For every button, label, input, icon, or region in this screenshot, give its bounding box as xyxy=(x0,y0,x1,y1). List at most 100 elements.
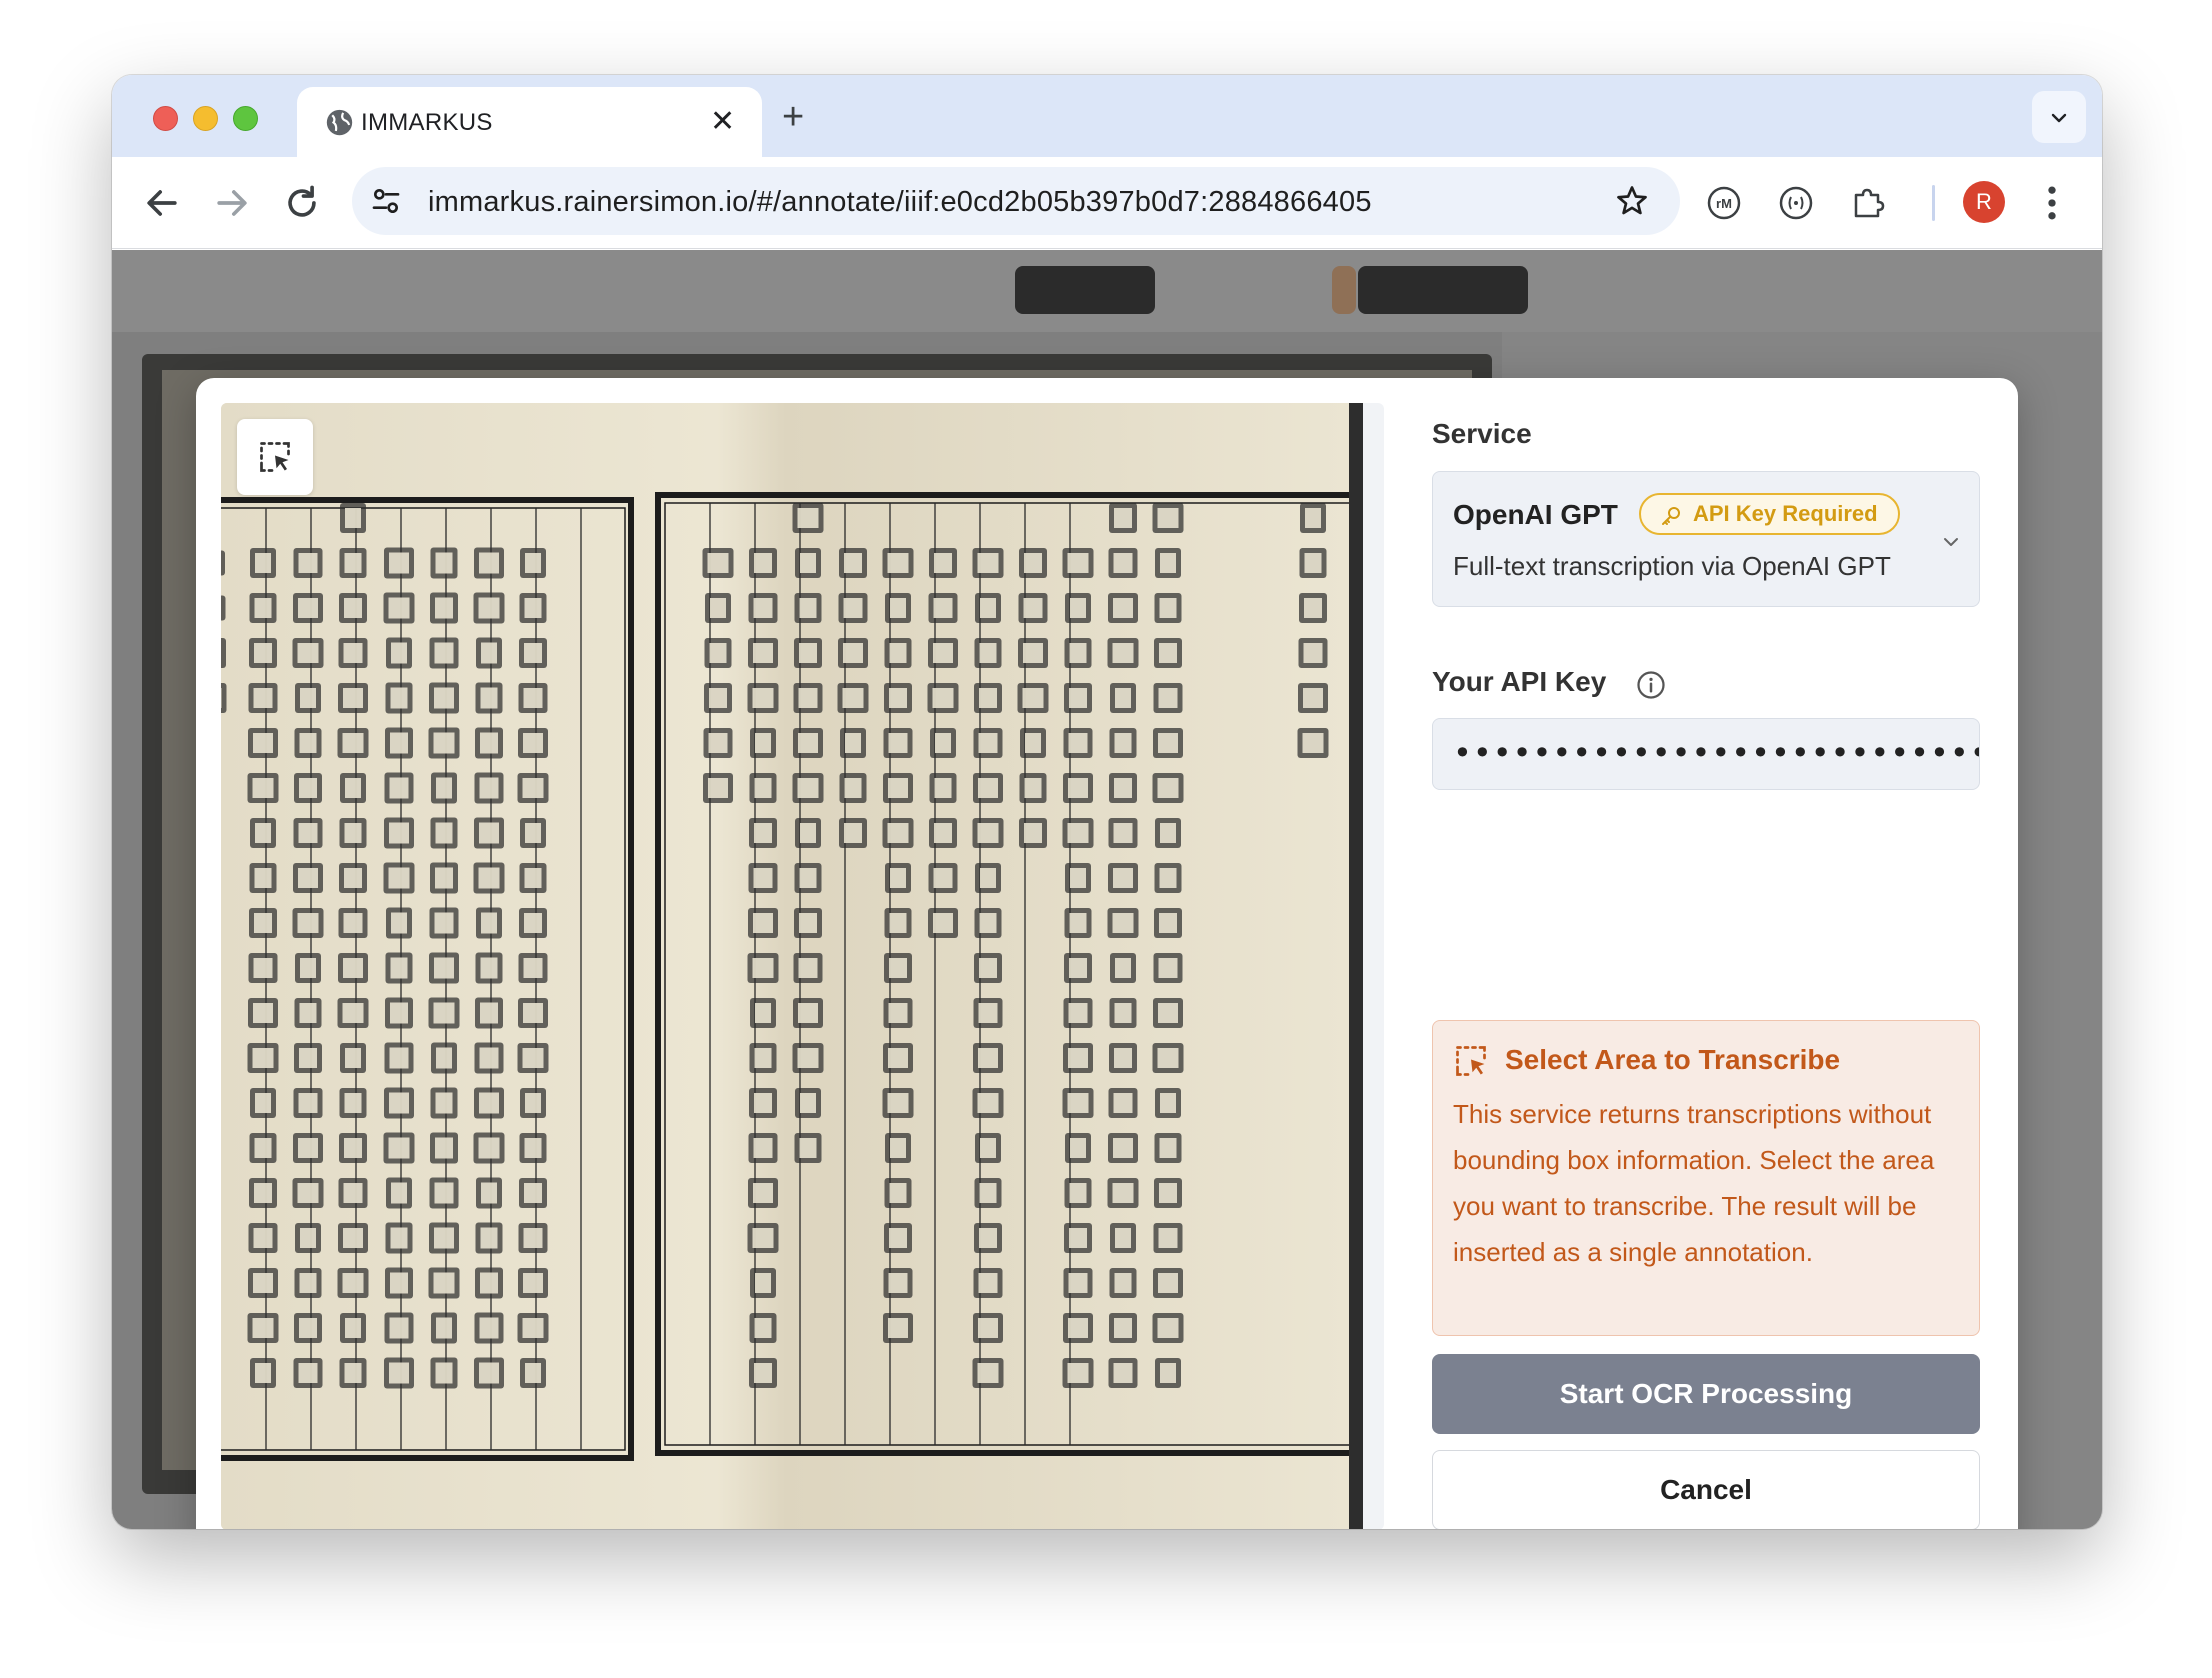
character-glyph-counter xyxy=(479,1047,499,1069)
plus-icon[interactable]: + xyxy=(782,97,804,137)
character-glyph-counter xyxy=(889,1228,907,1248)
character-glyph-counter xyxy=(1114,778,1132,798)
kebab-icon[interactable] xyxy=(2030,181,2074,225)
character-glyph-counter xyxy=(842,688,864,708)
character-glyph-counter xyxy=(298,1363,318,1383)
character-glyph-counter xyxy=(297,643,319,663)
character-glyph-counter xyxy=(1023,643,1043,663)
api-key-input[interactable]: ••••••••••••••••••••••••••••••• xyxy=(1432,718,1980,790)
select-area-tool-button[interactable] xyxy=(237,419,313,495)
close-icon[interactable]: ✕ xyxy=(710,106,735,138)
character-glyph-counter xyxy=(754,1318,772,1338)
ocr-dialog: Service OpenAI GPT API Key Required Full… xyxy=(196,378,2018,1529)
browser-toolbar: immarkus.rainersimon.io/#/annotate/iiif:… xyxy=(112,157,2102,249)
character-glyph-counter xyxy=(709,688,727,708)
character-glyph-counter xyxy=(389,552,409,574)
star-icon[interactable] xyxy=(1614,183,1650,219)
minimize-window-button[interactable] xyxy=(193,106,218,131)
browser-tab[interactable]: IMMARKUS ✕ xyxy=(297,87,762,157)
extension-1-label: rM xyxy=(1716,196,1732,211)
character-glyph-counter xyxy=(798,688,818,708)
character-glyph-counter xyxy=(479,1092,499,1114)
character-glyph-counter xyxy=(797,1048,819,1068)
character-glyph-counter xyxy=(709,643,727,663)
tune-icon[interactable] xyxy=(370,185,402,217)
character-glyph-counter xyxy=(255,1093,271,1113)
character-glyph-counter xyxy=(1305,508,1321,528)
avatar[interactable]: R xyxy=(1963,181,2005,223)
chevron-down-icon xyxy=(2051,113,2067,123)
start-ocr-button[interactable]: Start OCR Processing xyxy=(1432,1354,1980,1434)
maximize-window-button[interactable] xyxy=(233,106,258,131)
character-glyph-counter xyxy=(299,778,317,798)
character-glyph-counter xyxy=(342,1003,364,1023)
character-glyph-counter xyxy=(1157,1318,1179,1338)
character-glyph-counter xyxy=(978,1048,998,1068)
reload-icon[interactable] xyxy=(280,181,324,225)
select-area-notice: Select Area to Transcribe This service r… xyxy=(1432,1020,1980,1336)
character-glyph-counter xyxy=(799,913,817,933)
tab-search-button[interactable] xyxy=(2032,91,2086,143)
extension-icon[interactable]: rM xyxy=(1704,183,1744,223)
character-glyph-counter xyxy=(1158,958,1178,978)
character-glyph-counter xyxy=(523,1228,543,1248)
character-glyph-counter xyxy=(1157,778,1179,798)
character-glyph-counter xyxy=(1159,868,1177,888)
character-glyph-counter xyxy=(435,552,453,574)
character-glyph-counter xyxy=(1023,598,1043,618)
character-glyph-counter xyxy=(708,778,728,798)
character-glyph-counter xyxy=(889,1183,907,1203)
character-glyph-counter xyxy=(390,957,408,979)
character-glyph-counter xyxy=(298,1138,318,1158)
character-glyph-counter xyxy=(753,868,773,888)
character-glyph-counter xyxy=(888,1318,908,1338)
character-glyph-counter xyxy=(391,642,407,664)
character-glyph-counter xyxy=(434,957,454,979)
cancel-button[interactable]: Cancel xyxy=(1432,1450,1980,1529)
service-select[interactable]: OpenAI GPT API Key Required Full-text tr… xyxy=(1432,471,1980,607)
book-spine xyxy=(1349,403,1363,1529)
character-glyph-counter xyxy=(1113,598,1133,618)
character-glyph-counter xyxy=(1114,733,1132,753)
character-glyph-counter xyxy=(799,598,817,618)
character-glyph-counter xyxy=(478,867,500,889)
character-glyph-counter xyxy=(436,777,452,799)
url-text[interactable]: immarkus.rainersimon.io/#/annotate/iiif:… xyxy=(428,186,1372,219)
character-glyph-counter xyxy=(933,598,953,618)
address-bar[interactable]: immarkus.rainersimon.io/#/annotate/iiif:… xyxy=(352,167,1680,235)
character-glyph-counter xyxy=(887,823,909,843)
service-name: OpenAI GPT xyxy=(1453,499,1618,530)
globe-icon xyxy=(326,109,353,136)
character-glyph-counter xyxy=(522,778,544,798)
character-glyph-counter xyxy=(433,732,455,754)
character-glyph-counter xyxy=(843,643,863,663)
character-glyph-counter xyxy=(252,1318,274,1338)
character-glyph-counter xyxy=(1160,1093,1176,1113)
character-glyph-counter xyxy=(752,688,774,708)
api-key-required-badge: API Key Required xyxy=(1639,493,1900,535)
close-window-button[interactable] xyxy=(153,106,178,131)
character-glyph-counter xyxy=(343,688,363,708)
character-glyph-counter xyxy=(800,1093,816,1113)
character-glyph-counter xyxy=(299,1273,317,1293)
forward-icon[interactable] xyxy=(210,181,254,225)
character-glyph-counter xyxy=(479,1317,499,1339)
character-glyph-counter xyxy=(1112,643,1134,663)
puzzle-icon[interactable] xyxy=(1848,183,1888,223)
character-glyph-counter xyxy=(889,643,907,663)
extension-icon[interactable] xyxy=(1776,183,1816,223)
character-glyph-counter xyxy=(933,913,953,933)
character-glyph-counter xyxy=(1114,1048,1132,1068)
info-icon[interactable] xyxy=(1636,670,1666,700)
character-glyph-counter xyxy=(299,1048,317,1068)
character-glyph-counter xyxy=(1024,553,1042,573)
character-glyph-counter xyxy=(481,1182,497,1204)
chevron-down-icon xyxy=(1944,538,1958,546)
key-icon xyxy=(1662,507,1680,525)
character-glyph-counter xyxy=(480,732,498,754)
character-glyph-counter xyxy=(888,1273,908,1293)
character-glyph-counter xyxy=(933,643,953,663)
character-glyph-counter xyxy=(1069,913,1087,933)
character-glyph-counter xyxy=(478,1137,500,1159)
back-icon[interactable] xyxy=(140,181,184,225)
